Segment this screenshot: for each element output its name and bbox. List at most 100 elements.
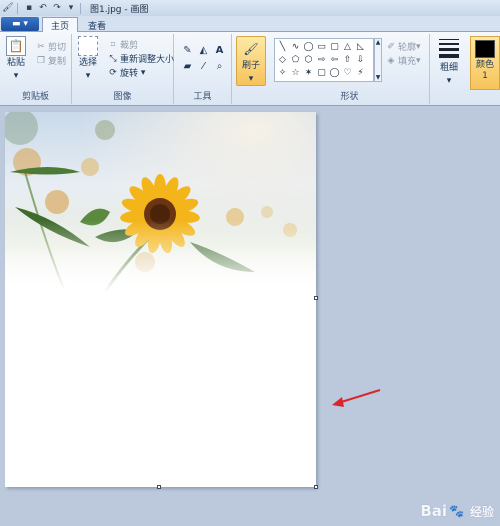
eraser-icon[interactable]: ▰ [181, 60, 194, 73]
outline-label: 轮廓 [398, 43, 417, 53]
shape-item[interactable]: ∿ [289, 40, 302, 53]
shapes-group-label: 形状 [340, 92, 359, 102]
shape-item[interactable]: ⬡ [302, 53, 315, 66]
sunflower-illustration [5, 112, 316, 292]
shape-item[interactable]: ⚡ [354, 66, 367, 79]
redo-icon[interactable]: ↷ [51, 2, 63, 14]
tab-home[interactable]: 主页 [42, 17, 79, 33]
resize-button[interactable]: ⤡ 重新调整大小 [108, 52, 175, 66]
copy-button[interactable]: ❐ 复制 [36, 54, 67, 68]
chevron-down-icon: ▾ [13, 71, 19, 81]
shape-item[interactable]: ☆ [289, 66, 302, 79]
line-thin [439, 39, 459, 40]
color-picker-icon[interactable]: ⁄ [197, 60, 210, 73]
drawing-canvas[interactable] [5, 112, 316, 487]
separator [80, 2, 81, 14]
crop-button[interactable]: ⌗ 裁剪 [108, 38, 139, 52]
shape-item[interactable]: ▢ [328, 40, 341, 53]
paste-button[interactable]: 📋 粘贴 ▾ [6, 36, 26, 82]
shape-item[interactable]: ✶ [302, 66, 315, 79]
shape-item[interactable]: ◺ [354, 40, 367, 53]
crop-label: 裁剪 [120, 41, 139, 51]
scroll-down-icon[interactable]: ▼ [376, 74, 381, 81]
chevron-down-icon: ▾ [85, 71, 91, 81]
resize-label: 重新调整大小 [120, 55, 175, 65]
text-icon[interactable]: A [213, 44, 226, 57]
shape-item[interactable]: △ [341, 40, 354, 53]
resize-handle-corner[interactable] [314, 485, 318, 489]
clipboard-icon: 📋 [6, 36, 26, 56]
crop-icon: ⌗ [110, 39, 116, 50]
selection-icon [78, 36, 98, 56]
shapes-scroll[interactable]: ▲ ▼ [374, 38, 382, 82]
customize-icon[interactable]: ▾ [65, 2, 77, 14]
resize-handle-bottom[interactable] [157, 485, 161, 489]
shape-item[interactable]: ⇧ [341, 53, 354, 66]
shape-item[interactable]: ⇦ [328, 53, 341, 66]
chevron-down-icon: ▾ [138, 67, 146, 78]
fill-icon[interactable]: ◭ [197, 44, 210, 57]
shape-item[interactable]: ⇩ [354, 53, 367, 66]
copy-label: 复制 [48, 57, 67, 67]
paste-label: 粘贴 [6, 58, 25, 68]
watermark-brand-2: 经验 [469, 504, 494, 519]
shape-item[interactable]: ◇ [276, 53, 289, 66]
canvas-workspace[interactable]: Bai 🐾 经验 [0, 107, 500, 526]
chevron-down-icon: ▾ [446, 76, 452, 86]
select-button[interactable]: 选择 ▾ [78, 36, 98, 82]
tools-group: ✎ ◭ A ▰ ⁄ ⌕ 工具 [174, 34, 232, 104]
shape-item[interactable]: ▭ [315, 40, 328, 53]
brushes-button[interactable]: 🖌 刷子 ▾ [236, 36, 266, 86]
chevron-down-icon: ▾ [416, 41, 421, 52]
paw-icon: 🐾 [449, 504, 464, 518]
rotate-label: 旋转 [120, 69, 139, 79]
rotate-icon: ⟳ [109, 67, 117, 78]
watermark-brand: Bai [420, 502, 448, 520]
cut-label: 剪切 [48, 43, 67, 53]
fill-button[interactable]: ◈ 填充 ▾ [386, 54, 421, 68]
save-icon[interactable]: ▪ [23, 2, 35, 14]
scroll-up-icon[interactable]: ▲ [376, 39, 381, 46]
clipboard-group: 📋 粘贴 ▾ ✂ 剪切 ❐ 复制 剪贴板 [0, 34, 72, 104]
title-bar: 🖌 ▪ ↶ ↷ ▾ 图1.jpg - 画图 [0, 0, 500, 16]
baidu-watermark: Bai 🐾 经验 [420, 502, 494, 520]
sunflower-image [5, 112, 316, 292]
rotate-button[interactable]: ⟳ 旋转 ▾ [108, 66, 146, 80]
shape-item[interactable]: ✧ [276, 66, 289, 79]
shape-item[interactable]: ╲ [276, 40, 289, 53]
paint-menu-button[interactable]: ▬ ▾ [1, 17, 39, 31]
ribbon-tab-bar: ▬ ▾ 主页 查看 [0, 16, 500, 33]
line-thickest [439, 54, 459, 58]
scissors-icon: ✂ [37, 41, 45, 52]
ribbon: 📋 粘贴 ▾ ✂ 剪切 ❐ 复制 剪贴板 选择 ▾ ⌗ 裁剪 ⤡ 重新调整大小 [0, 32, 500, 106]
line-medium [439, 43, 459, 45]
shape-item[interactable]: ♡ [341, 66, 354, 79]
brush-icon: 🖌 [243, 42, 259, 56]
outline-button[interactable]: ✐ 轮廓 ▾ [386, 40, 421, 54]
line-thick [439, 48, 459, 51]
color1-button[interactable]: 颜色 1 [470, 36, 500, 90]
chevron-down-icon: ▾ [248, 74, 254, 84]
shape-item[interactable]: ◯ [328, 66, 341, 79]
annotation-arrow [332, 389, 381, 407]
shape-item[interactable]: ⬠ [289, 53, 302, 66]
resize-handle-right[interactable] [314, 296, 318, 300]
paint-app-icon[interactable]: 🖌 [2, 2, 14, 14]
pencil-icon[interactable]: ✎ [181, 44, 194, 57]
magnifier-icon[interactable]: ⌕ [213, 60, 226, 73]
shape-item[interactable]: ⇨ [315, 53, 328, 66]
undo-icon[interactable]: ↶ [37, 2, 49, 14]
tab-view[interactable]: 查看 [80, 17, 114, 33]
shapes-gallery: ╲ ∿ ◯ ▭ ▢ △ ◺ ◇ ⬠ ⬡ ⇨ ⇦ ⇧ ⇩ ✧ ☆ ✶ ▢ ◯ ♡ ⚡ [274, 38, 374, 82]
fill-label: 填充 [398, 57, 417, 67]
resize-icon: ⤡ [109, 53, 117, 64]
separator [17, 2, 18, 14]
shape-item[interactable]: ◯ [302, 40, 315, 53]
image-group: 选择 ▾ ⌗ 裁剪 ⤡ 重新调整大小 ⟳ 旋转 ▾ 图像 [72, 34, 174, 104]
cut-button[interactable]: ✂ 剪切 [36, 40, 67, 54]
shape-item[interactable]: ▢ [315, 66, 328, 79]
chevron-down-icon: ▾ [416, 55, 421, 66]
image-group-label: 图像 [113, 92, 132, 102]
size-button[interactable]: 粗细 ▾ [436, 36, 462, 92]
copy-icon: ❐ [36, 55, 46, 66]
